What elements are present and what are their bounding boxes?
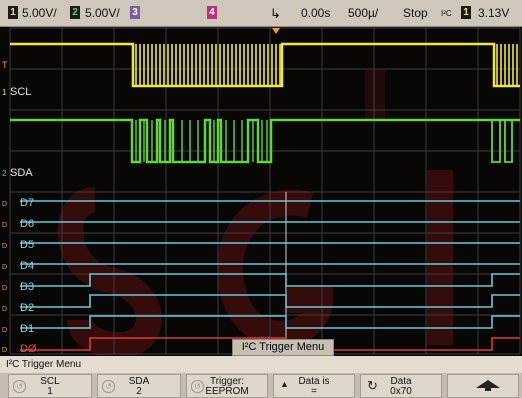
channel-1-indicator[interactable]: 1 (8, 6, 18, 19)
digital-label-d2: D2 (20, 302, 34, 314)
channel-2-indicator[interactable]: 2 (70, 6, 80, 19)
data-value-softkey[interactable]: ↻ Data 0x70 (360, 374, 442, 398)
softkey-bar: ↺ SCL 1 ↺ SDA 2 ↺ Trigger: EEPROM ▲ Data… (0, 373, 522, 398)
time-scale[interactable]: 500µ/ (348, 5, 378, 22)
run-state[interactable]: Stop (403, 5, 428, 22)
digital-label-d4: D4 (20, 260, 34, 272)
softkey-value: = (311, 386, 317, 397)
ch1-ground-marker[interactable]: 1 (2, 88, 7, 97)
trigger-level[interactable]: 3.13V (478, 5, 509, 22)
digital-channel-labels: D D7 D D6 D D5 D D4 D D3 D D2 D D1 D DØ (2, 197, 37, 355)
digital-label-d0: DØ (20, 343, 37, 355)
channel-2-scale[interactable]: 5.00V/ (85, 5, 120, 22)
softkey-value: 0x70 (390, 386, 412, 397)
trigger-level-marker[interactable]: T (2, 60, 8, 70)
digital-marker-2: D (2, 306, 7, 313)
trigger-channel-indicator[interactable]: 1 (461, 6, 471, 19)
menu-overlay-message: I²C Trigger Menu (232, 339, 334, 356)
digital-label-d1: D1 (20, 323, 34, 335)
digital-label-d5: D5 (20, 239, 34, 251)
ch2-ground-marker[interactable]: 2 (2, 169, 7, 178)
digital-label-d6: D6 (20, 218, 34, 230)
softkey-value: 2 (136, 386, 142, 397)
sda-waveform (10, 118, 520, 164)
oscilloscope-screen: 1 5.00V/ 2 5.00V/ 3 4 ↳ 0.00s 500µ/ Stop… (0, 0, 522, 398)
menu-title: I²C Trigger Menu (0, 356, 522, 373)
status-bar: 1 5.00V/ 2 5.00V/ 3 4 ↳ 0.00s 500µ/ Stop… (0, 0, 522, 27)
digital-marker-3: D (2, 285, 7, 292)
channel-1-scale[interactable]: 5.00V/ (22, 5, 57, 22)
scl-label: SCL (10, 86, 31, 98)
digital-label-d7: D7 (20, 197, 34, 209)
channel-3-indicator[interactable]: 3 (130, 6, 140, 19)
scl-waveform (10, 42, 520, 88)
data-is-softkey[interactable]: ▲ Data is = (273, 374, 355, 398)
digital-marker-1: D (2, 327, 7, 334)
trigger-edge-icon: ↳ (270, 6, 281, 21)
sda-label: SDA (10, 167, 33, 179)
digital-marker-5: D (2, 243, 7, 250)
digital-marker-0: D (2, 347, 7, 354)
softkey-value: EEPROM (205, 386, 249, 397)
waveform-display: T 1 2 SCL SDA D D7 D D6 D D5 D D4 D D3 D… (2, 27, 521, 355)
time-delay[interactable]: 0.00s (301, 5, 330, 22)
sda-softkey[interactable]: ↺ SDA 2 (97, 374, 181, 398)
trigger-type-softkey[interactable]: ↺ Trigger: EEPROM (186, 374, 268, 398)
softkey-value: 1 (47, 386, 53, 397)
scl-softkey[interactable]: ↺ SCL 1 (8, 374, 92, 398)
digital-label-d3: D3 (20, 281, 34, 293)
digital-marker-7: D (2, 201, 7, 208)
background-watermark (57, 70, 453, 355)
up-arrow-stem (485, 387, 491, 391)
digital-marker-4: D (2, 264, 7, 271)
trigger-type: I²C (441, 9, 452, 18)
digital-marker-6: D (2, 222, 7, 229)
channel-4-indicator[interactable]: 4 (207, 6, 217, 19)
trigger-position-marker[interactable] (272, 28, 280, 34)
back-up-softkey[interactable] (447, 374, 519, 398)
